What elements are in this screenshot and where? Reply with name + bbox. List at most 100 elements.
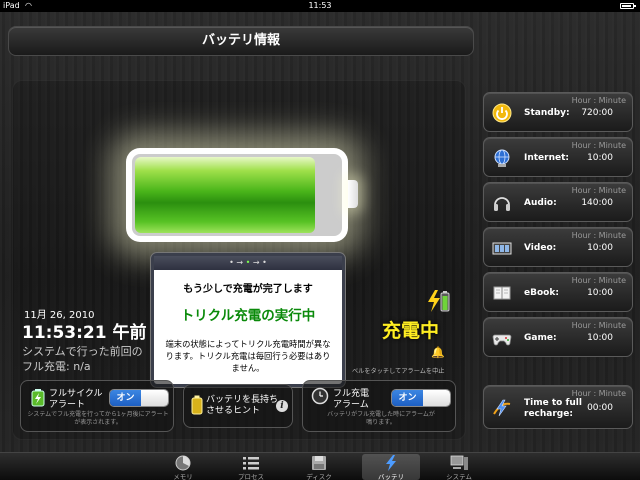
stat-name: Time to full recharge: <box>524 398 582 420</box>
headphones-icon <box>494 197 510 211</box>
cycle-alert-title: フルサイクル アラート <box>49 389 103 411</box>
charging-status-label: 充電中 <box>382 320 440 342</box>
bolt-icon <box>493 399 511 417</box>
stat-internet: Hour : Minute Internet: 10:00 <box>483 137 633 177</box>
tab-system[interactable]: システム <box>430 454 488 480</box>
charge-status-line: もう少しで充電が完了します <box>183 284 313 295</box>
tab-label: バッテリ <box>378 473 404 480</box>
stat-video: Hour : Minute Video: 10:00 <box>483 227 633 267</box>
step-arrow-2: → <box>252 258 260 267</box>
status-battery-icon <box>620 3 636 9</box>
battery-cap <box>348 180 358 208</box>
stat-game: Hour : Minute Game: 10:00 <box>483 317 633 357</box>
battery-tips-card[interactable]: バッテリを長持ち させるヒント i <box>183 384 293 428</box>
trickle-description: 端末の状態によってトリクル充電時間が異なります。トリクル充電は毎回行う必要はあり… <box>165 339 331 373</box>
battery-level-fill <box>135 157 315 233</box>
step-dot-1: • <box>229 258 234 267</box>
stat-value: 10:00 <box>587 153 613 163</box>
full-charge-alarm-toggle[interactable]: オン <box>391 389 451 407</box>
cycle-alert-toggle-label: オン <box>110 390 141 406</box>
stat-header: Hour : Minute <box>571 96 626 105</box>
tab-process[interactable]: プロセス <box>222 454 280 480</box>
gamepad-icon <box>492 334 512 346</box>
battery-tips-title-line2: させるヒント <box>206 406 261 416</box>
full-charge-alarm-title-line1: フル充電 <box>333 389 370 399</box>
step-dot-2: • <box>245 258 251 267</box>
tab-disk[interactable]: ディスク <box>290 454 348 480</box>
stat-header: Hour : Minute <box>571 141 626 150</box>
info-icon[interactable]: i <box>276 400 288 412</box>
system-icon <box>450 455 468 470</box>
disk-icon <box>312 456 326 470</box>
stat-header: Hour : Minute <box>571 321 626 330</box>
stat-name: Internet: <box>524 153 570 163</box>
step-arrow-1: → <box>236 258 244 267</box>
cycle-alert-card: フルサイクル アラート オン システムでフル充電を行ってから1ヶ月後にアラートが… <box>20 380 174 432</box>
full-charge-alarm-toggle-knob <box>423 390 450 406</box>
alarm-bell-icon[interactable]: 🔔 <box>431 346 445 359</box>
film-icon <box>492 242 512 255</box>
stat-value: 10:00 <box>587 333 613 343</box>
step-indicator: • → • → • <box>154 256 342 270</box>
stat-header: Hour : Minute <box>571 276 626 285</box>
charge-info-box: • → • → • もう少しで充電が完了します トリクル充電の実行中 端末の状態… <box>151 253 345 387</box>
stat-ebook: Hour : Minute eBook: 10:00 <box>483 272 633 312</box>
full-charge-alarm-subtext: バッテリがフル充電した時にアラームが鳴ります。 <box>327 411 435 426</box>
tab-label: システム <box>446 473 472 480</box>
title-bar: バッテリ情報 <box>8 26 474 56</box>
status-time: 11:53 <box>308 1 332 10</box>
alarm-clock-icon <box>311 387 329 405</box>
book-icon <box>493 286 511 300</box>
last-charge-line2: フル充電: n/a <box>22 360 91 373</box>
list-icon <box>243 457 259 470</box>
stat-value: 720:00 <box>581 108 613 118</box>
tab-label: メモリ <box>173 473 193 480</box>
charging-plug-icon <box>428 290 450 312</box>
alarm-hint-text: ベルをタッチしてアラームを中止 <box>352 368 445 375</box>
battery-cell <box>132 154 342 236</box>
stat-name: Game: <box>524 333 557 343</box>
tab-memory[interactable]: メモリ <box>154 454 212 480</box>
tab-label: ディスク <box>306 473 332 480</box>
full-charge-alarm-title-line2: アラーム <box>333 400 369 410</box>
cycle-alert-subtext: システムでフル充電を行ってから1ヶ月後にアラートが表示されます。 <box>27 411 169 426</box>
stat-name: eBook: <box>524 288 559 298</box>
cycle-battery-icon <box>31 389 45 407</box>
stat-value: 10:00 <box>587 243 613 253</box>
stat-value: 00:00 <box>587 403 613 413</box>
last-full-charge: システムで行った前回の フル充電: n/a <box>22 344 143 374</box>
recharge-name-line2: recharge: <box>524 409 573 419</box>
battery-graphic <box>126 148 348 242</box>
cycle-alert-toggle[interactable]: オン <box>109 389 169 407</box>
tab-battery[interactable]: バッテリ <box>362 454 420 480</box>
power-icon <box>492 103 512 123</box>
battery-bolt-icon <box>386 455 396 471</box>
memory-icon <box>175 455 191 471</box>
full-charge-alarm-toggle-label: オン <box>392 390 423 406</box>
tab-bar: メモリ プロセス ディスク バッテリ システム <box>0 452 640 480</box>
tab-label: プロセス <box>238 473 264 480</box>
status-bar: iPad ◠ 11:53 <box>0 0 640 12</box>
last-charge-line1: システムで行った前回の <box>22 345 143 358</box>
page-title: バッテリ情報 <box>201 33 280 48</box>
stat-audio: Hour : Minute Audio: 140:00 <box>483 182 633 222</box>
stat-value: 140:00 <box>581 198 613 208</box>
full-charge-alarm-title: フル充電 アラーム <box>333 389 369 411</box>
stat-header: Hour : Minute <box>571 186 626 195</box>
full-charge-alarm-card: フル充電 アラーム オン バッテリがフル充電した時にアラームが鳴ります。 <box>302 380 456 432</box>
globe-icon <box>494 149 510 167</box>
stat-name: Audio: <box>524 198 557 208</box>
recharge-name-line1: Time to full <box>524 398 582 408</box>
stat-header: Hour : Minute <box>571 389 626 398</box>
cycle-alert-title-line2: アラート <box>49 400 86 410</box>
battery-tips-title-line1: バッテリを長持ち <box>206 395 279 405</box>
stat-name: Video: <box>524 243 557 253</box>
stat-standby: Hour : Minute Standby: 720:00 <box>483 92 633 132</box>
battery-tips-title: バッテリを長持ち させるヒント <box>206 395 278 417</box>
stat-time-to-full-recharge: Hour : Minute Time to full recharge: 00:… <box>483 385 633 429</box>
cycle-alert-toggle-knob <box>141 390 168 406</box>
stat-value: 10:00 <box>587 288 613 298</box>
tips-battery-icon <box>191 395 203 415</box>
step-dot-3: • <box>262 258 267 267</box>
cycle-alert-title-line1: フルサイクル <box>49 389 103 399</box>
